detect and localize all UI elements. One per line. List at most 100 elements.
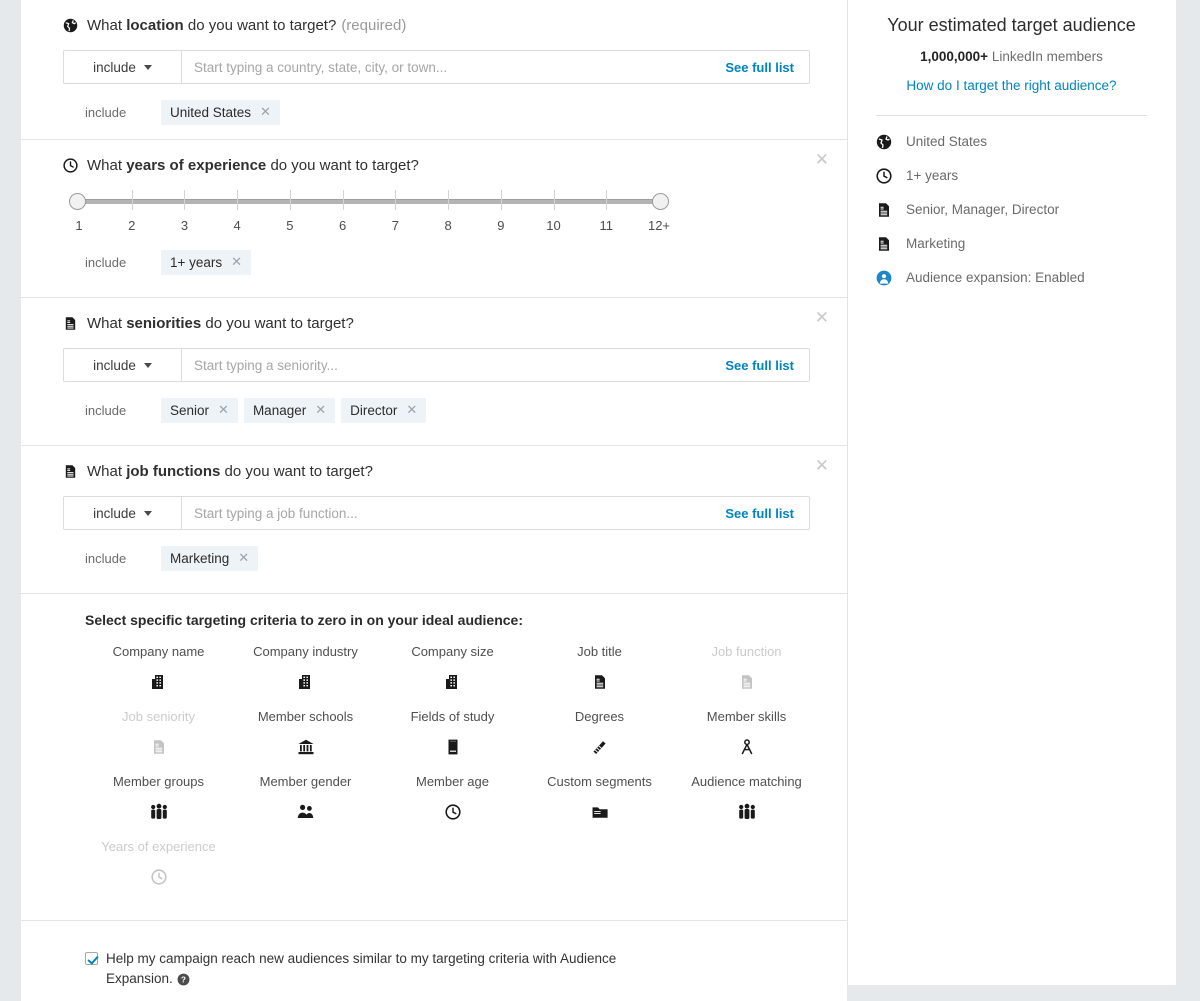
criteria-member-age[interactable]: Member age xyxy=(379,774,526,825)
remove-section-job-functions-button[interactable]: ✕ xyxy=(815,457,829,474)
criteria-label: Job function xyxy=(673,644,820,659)
job-functions-include-select[interactable]: include xyxy=(64,497,182,529)
criteria-label: Member age xyxy=(379,774,526,789)
chevron-down-icon xyxy=(144,363,152,368)
location-search-input[interactable]: Start typing a country, state, city, or … xyxy=(182,51,719,83)
slider-fill xyxy=(79,199,659,204)
criteria-years-of-experience: Years of experience xyxy=(85,839,232,890)
criteria-label: Company name xyxy=(85,644,232,659)
criteria-job-seniority: Job seniority xyxy=(85,709,232,760)
folder-icon xyxy=(526,799,673,825)
job-functions-input-row: include Start typing a job function... S… xyxy=(63,496,810,530)
summary-item-label: Marketing xyxy=(906,236,965,251)
clock-icon xyxy=(85,864,232,890)
question-heading-years: What years of experience do you want to … xyxy=(63,157,805,174)
job-functions-see-full-list-link[interactable]: See full list xyxy=(719,497,809,529)
compass-icon xyxy=(673,734,820,760)
criteria-label: Member groups xyxy=(85,774,232,789)
slider-tick-label: 12+ xyxy=(648,218,670,233)
summary-item: Marketing xyxy=(876,236,1147,252)
seniorities-chip-include-label: include xyxy=(63,403,161,418)
criteria-fields-of-study[interactable]: Fields of study xyxy=(379,709,526,760)
criteria-audience-matching[interactable]: Audience matching xyxy=(673,774,820,825)
seniorities-input-row: include Start typing a seniority... See … xyxy=(63,348,810,382)
criteria-label: Audience matching xyxy=(673,774,820,789)
criteria-member-gender[interactable]: Member gender xyxy=(232,774,379,825)
job-functions-search-input[interactable]: Start typing a job function... xyxy=(182,497,719,529)
slider-tick-label: 8 xyxy=(444,218,451,233)
audience-expansion-icon xyxy=(876,270,906,286)
seniorities-search-input[interactable]: Start typing a seniority... xyxy=(182,349,719,381)
criteria-member-schools[interactable]: Member schools xyxy=(232,709,379,760)
section-targeting-criteria: Select specific targeting criteria to ze… xyxy=(21,594,847,921)
slider-handle-min[interactable] xyxy=(69,193,86,210)
criteria-custom-segments[interactable]: Custom segments xyxy=(526,774,673,825)
building-icon xyxy=(232,669,379,695)
required-label: (required) xyxy=(341,17,406,34)
slider-tick-label: 7 xyxy=(392,218,399,233)
slider-tick xyxy=(343,190,344,210)
target-audience-help-link[interactable]: How do I target the right audience? xyxy=(876,77,1147,95)
clock-icon xyxy=(876,168,906,184)
chip-seniority-director[interactable]: Director✕ xyxy=(341,398,426,423)
chip-remove-icon[interactable]: ✕ xyxy=(231,254,242,270)
building-icon xyxy=(379,669,526,695)
summary-item: United States xyxy=(876,134,1147,150)
chip-remove-icon[interactable]: ✕ xyxy=(315,402,326,418)
slider-track[interactable] xyxy=(69,190,669,212)
summary-item: 1+ years xyxy=(876,168,1147,184)
sidebar-title: Your estimated target audience xyxy=(876,14,1147,37)
criteria-label: Company size xyxy=(379,644,526,659)
seniorities-see-full-list-link[interactable]: See full list xyxy=(719,349,809,381)
chip-years-1plus[interactable]: 1+ years✕ xyxy=(161,250,251,275)
doc-icon xyxy=(876,236,906,252)
doc-icon xyxy=(63,316,78,331)
slider-tick xyxy=(237,190,238,210)
criteria-company-size[interactable]: Company size xyxy=(379,644,526,695)
years-of-experience-slider[interactable]: 123456789101112+ xyxy=(69,190,669,238)
criteria-company-name[interactable]: Company name xyxy=(85,644,232,695)
help-icon[interactable]: ? xyxy=(177,972,190,992)
seniorities-include-select[interactable]: include xyxy=(64,349,182,381)
chip-location-united-states[interactable]: United States✕ xyxy=(161,100,280,125)
criteria-company-industry[interactable]: Company industry xyxy=(232,644,379,695)
criteria-member-skills[interactable]: Member skills xyxy=(673,709,820,760)
criteria-degrees[interactable]: Degrees xyxy=(526,709,673,760)
location-see-full-list-link[interactable]: See full list xyxy=(719,51,809,83)
remove-section-years-button[interactable]: ✕ xyxy=(815,151,829,168)
slider-tick-label: 5 xyxy=(286,218,293,233)
criteria-member-groups[interactable]: Member groups xyxy=(85,774,232,825)
slider-handle-max[interactable] xyxy=(652,193,669,210)
slider-tick xyxy=(132,190,133,210)
audience-expansion-checkbox[interactable] xyxy=(85,952,98,965)
criteria-label: Job title xyxy=(526,644,673,659)
criteria-job-title[interactable]: Job title xyxy=(526,644,673,695)
doc-icon xyxy=(876,202,906,218)
campaign-targeting-page: What location do you want to target? (re… xyxy=(21,0,1176,985)
criteria-label: Fields of study xyxy=(379,709,526,724)
chip-job-function-marketing[interactable]: Marketing✕ xyxy=(161,546,258,571)
criteria-job-function: Job function xyxy=(673,644,820,695)
slider-tick-label: 4 xyxy=(234,218,241,233)
two-people-icon xyxy=(232,799,379,825)
targeting-main-column: What location do you want to target? (re… xyxy=(21,0,848,985)
location-include-select[interactable]: include xyxy=(64,51,182,83)
chip-remove-icon[interactable]: ✕ xyxy=(238,550,249,566)
criteria-label: Member schools xyxy=(232,709,379,724)
chip-remove-icon[interactable]: ✕ xyxy=(406,402,417,418)
slider-tick xyxy=(554,190,555,210)
seniorities-chip-row: include Senior✕ Manager✕ Director✕ xyxy=(63,398,805,423)
sidebar-divider xyxy=(876,115,1147,116)
diploma-icon xyxy=(526,734,673,760)
chip-remove-icon[interactable]: ✕ xyxy=(260,104,271,120)
people-icon xyxy=(85,799,232,825)
remove-section-seniorities-button[interactable]: ✕ xyxy=(815,309,829,326)
doc-icon xyxy=(85,734,232,760)
question-text-location: What location do you want to target? xyxy=(87,17,336,34)
criteria-label: Years of experience xyxy=(85,839,232,854)
summary-item: Audience expansion: Enabled xyxy=(876,270,1147,286)
chip-seniority-senior[interactable]: Senior✕ xyxy=(161,398,238,423)
chip-remove-icon[interactable]: ✕ xyxy=(218,402,229,418)
slider-tick xyxy=(395,190,396,210)
chip-seniority-manager[interactable]: Manager✕ xyxy=(244,398,335,423)
